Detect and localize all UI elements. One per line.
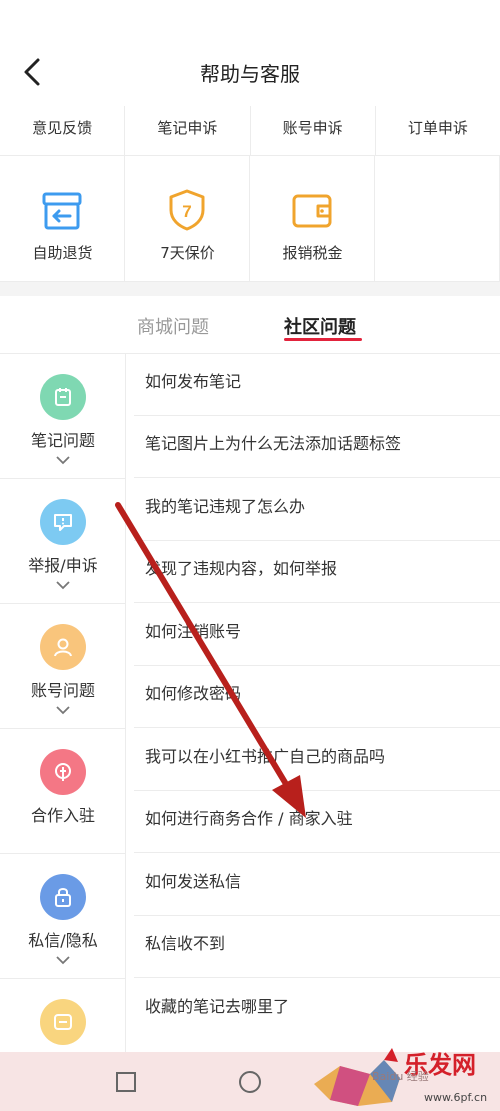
svg-text:7: 7 <box>182 202 191 221</box>
list-item[interactable]: 我可以在小红书推广自己的商品吗 <box>134 729 500 791</box>
tool-label: 报销税金 <box>282 244 343 262</box>
report-icon <box>40 499 86 545</box>
list-item[interactable]: 如何发送私信 <box>134 854 500 916</box>
list-item[interactable]: 如何修改密码 <box>134 666 500 728</box>
watermark-url: www.6pf.cn <box>424 1091 488 1104</box>
home-icon[interactable] <box>238 1070 262 1094</box>
wallet-icon <box>292 194 332 228</box>
recent-apps-icon[interactable] <box>114 1070 138 1094</box>
list-item[interactable]: 笔记图片上为什么无法添加话题标签 <box>134 416 500 478</box>
category-account[interactable]: 账号问题 <box>0 604 126 729</box>
chevron-down-icon <box>56 956 70 965</box>
chevron-down-icon <box>56 706 70 715</box>
tool-self-return[interactable]: 自助退货 <box>0 156 125 282</box>
chevron-down-icon <box>56 456 70 465</box>
section-divider <box>0 282 500 296</box>
favorites-icon <box>40 999 86 1045</box>
category-label: 笔记问题 <box>30 431 95 450</box>
list-item[interactable]: 如何注销账号 <box>134 604 500 666</box>
cooperation-icon <box>40 749 86 795</box>
list-item[interactable]: 收藏的笔记去哪里了 <box>134 979 500 1041</box>
page-title: 帮助与客服 <box>200 62 300 86</box>
service-tools-row: 自助退货 7 7天保价 报销税金 <box>0 156 500 282</box>
category-messages-privacy[interactable]: 私信/隐私 <box>0 854 126 979</box>
shield-7-icon: 7 <box>169 189 205 231</box>
quick-link-feedback[interactable]: 意见反馈 <box>0 106 126 155</box>
tab-mall-questions[interactable]: 商城问题 <box>137 313 209 339</box>
active-tab-indicator <box>284 338 362 341</box>
tool-label: 7天保价 <box>160 244 215 262</box>
tab-community-questions[interactable]: 社区问题 <box>284 313 356 339</box>
category-label: 私信/隐私 <box>28 931 98 950</box>
tool-empty-slot <box>375 156 500 282</box>
quick-links-row: 意见反馈 笔记申诉 账号申诉 订单申诉 <box>0 106 500 156</box>
list-item[interactable]: 发现了违规内容，如何举报 <box>134 541 500 603</box>
tool-tax-reimburse[interactable]: 报销税金 <box>250 156 375 282</box>
category-label: 举报/申诉 <box>28 556 98 575</box>
chevron-down-icon <box>56 581 70 590</box>
question-list: 如何发布笔记 笔记图片上为什么无法添加话题标签 我的笔记违规了怎么办 发现了违规… <box>126 354 500 1052</box>
category-label: 合作入驻 <box>30 806 95 825</box>
tool-label: 自助退货 <box>32 244 93 262</box>
category-notes[interactable]: 笔记问题 <box>0 354 126 479</box>
lock-icon <box>40 874 86 920</box>
account-icon <box>40 624 86 670</box>
category-cooperation[interactable]: 合作入驻 <box>0 729 126 854</box>
category-sidebar: 笔记问题 举报/申诉 账号问题 合作入驻 私信/隐私 <box>0 354 126 1052</box>
quick-link-note-appeal[interactable]: 笔记申诉 <box>125 106 251 155</box>
tool-price-protection[interactable]: 7 7天保价 <box>125 156 250 282</box>
list-item[interactable]: 如何进行商务合作 / 商家入驻 <box>134 791 500 853</box>
header-bar: 帮助与客服 <box>0 0 500 106</box>
quick-link-order-appeal[interactable]: 订单申诉 <box>376 106 500 155</box>
quick-link-account-appeal[interactable]: 账号申诉 <box>251 106 376 155</box>
list-item[interactable]: 私信收不到 <box>134 916 500 978</box>
question-tabs: 商城问题 社区问题 <box>0 296 500 354</box>
list-item[interactable]: 如何发布笔记 <box>134 354 500 416</box>
return-box-icon <box>42 192 82 230</box>
category-label: 账号问题 <box>30 681 95 700</box>
list-item[interactable]: 我的笔记违规了怎么办 <box>134 479 500 541</box>
category-report-appeal[interactable]: 举报/申诉 <box>0 479 126 604</box>
watermark-baidu: Baidu 经验 <box>372 1070 429 1083</box>
note-icon <box>40 374 86 420</box>
